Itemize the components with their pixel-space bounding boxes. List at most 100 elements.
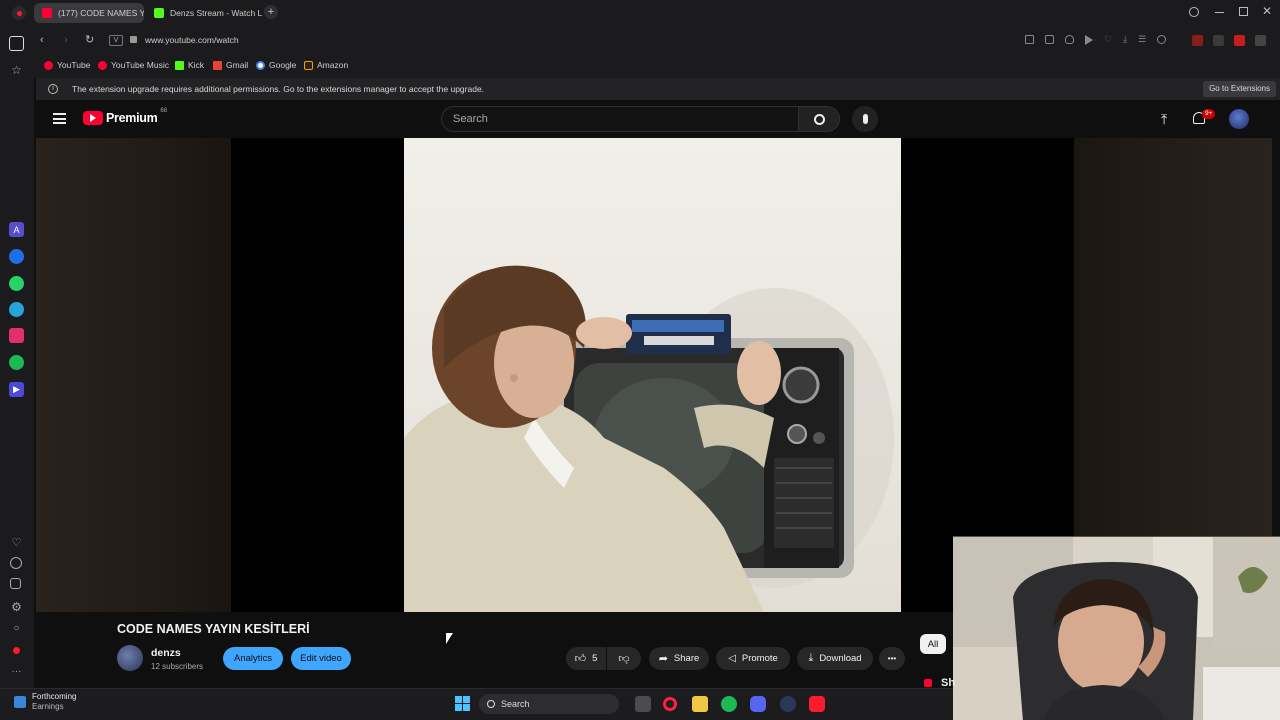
heart-icon[interactable]: ♡: [9, 535, 24, 550]
task-view-icon[interactable]: [635, 696, 651, 712]
search-tabs-icon[interactable]: [1189, 7, 1199, 17]
forward-icon[interactable]: ›: [64, 34, 68, 46]
toolbar-icons: ♡ ⤓ ☰: [1025, 35, 1167, 45]
channel-avatar[interactable]: [117, 645, 143, 671]
download-button[interactable]: ⤓ Download: [797, 647, 873, 670]
go-to-extensions-button[interactable]: Go to Extensions: [1203, 81, 1276, 97]
tab-kick[interactable]: Denzs Stream - Watch Liv: [146, 3, 262, 23]
taskbar-search[interactable]: Search: [479, 694, 619, 714]
box-icon[interactable]: [10, 578, 21, 589]
extension-icon[interactable]: [1234, 35, 1245, 46]
opera-icon[interactable]: [9, 643, 24, 658]
download-icon[interactable]: ⤓: [1123, 35, 1127, 45]
video-scene: [404, 265, 894, 612]
start-button[interactable]: [455, 696, 470, 711]
youtube-icon: [44, 60, 53, 70]
minimize-icon[interactable]: [1215, 12, 1224, 13]
search-input[interactable]: Search: [441, 106, 799, 132]
share-button[interactable]: ➦ Share: [649, 647, 709, 670]
hamburger-menu-icon[interactable]: [53, 113, 66, 124]
weather-widget[interactable]: Forthcoming Earnings: [14, 692, 76, 712]
bookmark-amazon[interactable]: Amazon: [304, 60, 348, 70]
voice-search-button[interactable]: [852, 106, 878, 132]
bookmark-gmail[interactable]: Gmail: [213, 60, 248, 70]
like-button[interactable]: 👍︎ 5: [566, 647, 606, 670]
whatsapp-icon[interactable]: [9, 276, 24, 291]
url-field[interactable]: www.youtube.com/watch: [145, 35, 239, 45]
site-info-icon[interactable]: V: [109, 35, 123, 46]
download-icon: ⤓: [808, 652, 814, 664]
messenger-icon[interactable]: [9, 249, 24, 264]
back-icon[interactable]: ‹: [40, 34, 44, 46]
analytics-button[interactable]: Analytics: [223, 647, 283, 670]
megaphone-icon: ◁: [728, 653, 736, 664]
aria-icon[interactable]: A: [9, 222, 24, 237]
search-icon: [487, 700, 495, 708]
more-actions-button[interactable]: •••: [879, 647, 905, 670]
opera-gx-icon[interactable]: [663, 697, 677, 711]
reload-icon[interactable]: ↻: [85, 33, 94, 46]
webcam-scene: [953, 537, 1280, 720]
youtube-play-icon: [83, 111, 103, 125]
maximize-icon[interactable]: [1239, 7, 1248, 16]
tab-label: Denzs Stream - Watch Liv: [170, 8, 262, 18]
lock-icon: [130, 36, 137, 43]
steam-icon[interactable]: [780, 696, 796, 712]
play-icon[interactable]: [1085, 35, 1093, 45]
star-icon[interactable]: ☆: [9, 62, 24, 77]
more-icon[interactable]: ···: [9, 664, 24, 679]
video-frame[interactable]: [404, 138, 901, 612]
kick-icon: [175, 60, 184, 70]
edit-icon[interactable]: [1025, 35, 1034, 44]
spotify-icon[interactable]: [9, 355, 24, 370]
amazon-icon: [304, 60, 313, 70]
lightbulb-icon[interactable]: ○: [9, 621, 24, 636]
extension-icon[interactable]: [1192, 35, 1203, 46]
file-explorer-icon[interactable]: [692, 696, 708, 712]
spotify-icon[interactable]: [721, 696, 737, 712]
ambient-blur-left: [36, 138, 231, 612]
instagram-icon[interactable]: [9, 328, 24, 343]
history-icon[interactable]: [10, 557, 22, 569]
widget-icon: [14, 696, 26, 708]
thumbs-up-icon: 👍︎: [574, 653, 587, 665]
kick-favicon-icon: [154, 8, 164, 18]
shield-icon[interactable]: [1065, 35, 1074, 44]
edit-video-button[interactable]: Edit video: [291, 647, 351, 670]
widget-subtitle: Earnings: [32, 702, 64, 711]
discord-icon[interactable]: [750, 696, 766, 712]
menu-lines-icon[interactable]: ☰: [1138, 35, 1146, 45]
account-avatar[interactable]: [1229, 109, 1249, 129]
tab-youtube[interactable]: (177) CODE NAMES Y/: [34, 3, 144, 23]
bookmark-youtube-music[interactable]: YouTube Music: [98, 60, 169, 70]
home-icon[interactable]: [9, 36, 24, 51]
opera-icon[interactable]: [809, 696, 825, 712]
logo-badge: 68: [160, 108, 168, 114]
heart-icon[interactable]: ♡: [1104, 35, 1112, 45]
browser-sidebar: ☆ A ▶ ♡ ⚙ ○ ···: [0, 26, 34, 694]
channel-name[interactable]: denzs: [151, 647, 181, 659]
extension-icon[interactable]: [1255, 35, 1266, 46]
search-button[interactable]: [798, 106, 840, 132]
youtube-logo[interactable]: Premium 68: [83, 108, 168, 125]
new-tab-button[interactable]: +: [264, 5, 278, 19]
close-window-icon[interactable]: ✕: [1262, 4, 1272, 18]
extension-icon[interactable]: [1213, 35, 1224, 46]
camera-icon[interactable]: [1045, 35, 1054, 44]
upload-icon[interactable]: ⤒: [1161, 111, 1167, 128]
browser-menu-icon[interactable]: [12, 6, 26, 20]
telegram-icon[interactable]: [9, 302, 24, 317]
player-icon[interactable]: ▶: [9, 382, 24, 397]
video-title: CODE NAMES YAYIN KESİTLERİ: [117, 622, 310, 636]
tab-bar: (177) CODE NAMES Y/ Denzs Stream - Watch…: [0, 0, 1280, 26]
subscriber-count: 12 subscribers: [151, 662, 204, 671]
dislike-button[interactable]: 👎︎: [607, 647, 641, 670]
settings-icon[interactable]: ⚙: [9, 599, 24, 614]
shorts-icon: [924, 679, 932, 687]
bookmark-youtube[interactable]: YouTube: [44, 60, 90, 70]
bookmark-kick[interactable]: Kick: [175, 60, 204, 70]
bookmark-google[interactable]: Google: [256, 60, 296, 70]
account-icon[interactable]: [1157, 35, 1167, 44]
promote-button[interactable]: ◁ Promote: [716, 647, 790, 670]
filter-chip-all[interactable]: All: [920, 634, 946, 654]
